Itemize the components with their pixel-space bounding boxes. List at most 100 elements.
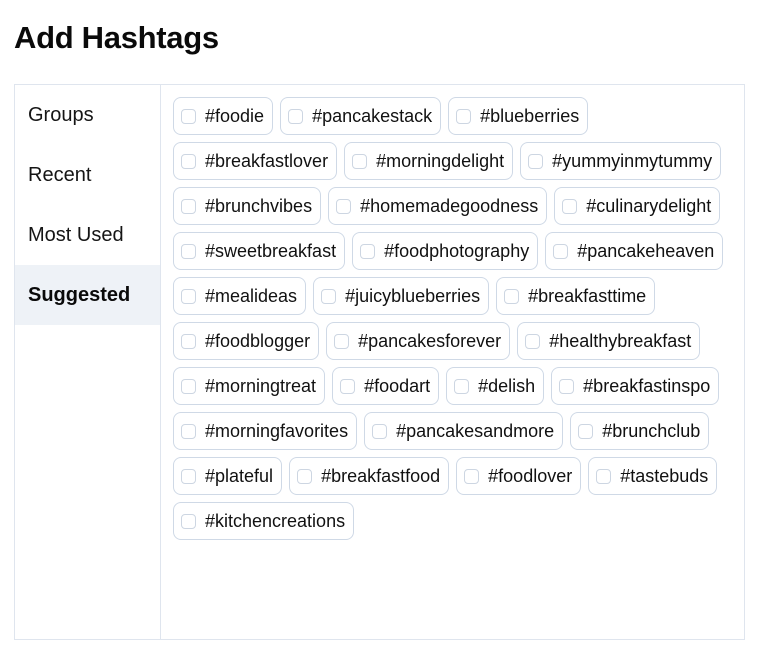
- hashtag-checkbox[interactable]: [297, 468, 313, 484]
- hashtag-label: #foodart: [364, 375, 431, 396]
- hashtag-chip[interactable]: #breakfastlover: [173, 142, 338, 180]
- hashtag-checkbox[interactable]: [181, 333, 196, 349]
- hashtag-chip[interactable]: #pancakestack: [280, 97, 442, 135]
- hashtag-label: #foodlover: [488, 465, 573, 486]
- sidebar-item-label: Suggested: [28, 283, 131, 306]
- hashtag-checkbox[interactable]: [181, 198, 196, 214]
- hashtag-checkbox[interactable]: [181, 378, 196, 394]
- hashtag-chip[interactable]: #culinarydelight: [554, 187, 721, 225]
- sidebar-item-recent[interactable]: Recent: [15, 145, 160, 205]
- hashtag-label: #morningdelight: [376, 150, 505, 171]
- hashtag-label: #brunchclub: [602, 420, 701, 441]
- hashtag-label: #yummyinmytummy: [552, 150, 713, 171]
- hashtag-chip[interactable]: #foodblogger: [173, 322, 320, 360]
- hashtag-checkbox[interactable]: [288, 108, 304, 124]
- hashtag-chip[interactable]: #delish: [446, 367, 545, 405]
- sidebar-item-most-used[interactable]: Most Used: [15, 205, 160, 265]
- hashtag-label: #breakfastfood: [321, 465, 441, 486]
- category-sidebar: Groups Recent Most Used Suggested: [15, 85, 161, 639]
- hashtag-label: #juicyblueberries: [345, 285, 481, 306]
- hashtag-checkbox[interactable]: [352, 153, 368, 169]
- hashtag-chip[interactable]: #breakfasttime: [496, 277, 656, 315]
- hashtag-checkbox[interactable]: [181, 468, 196, 484]
- hashtag-checkbox[interactable]: [596, 468, 612, 484]
- hashtag-label: #culinarydelight: [586, 195, 712, 216]
- hashtag-chip[interactable]: #pancakeheaven: [545, 232, 724, 270]
- hashtag-panel: Groups Recent Most Used Suggested #foodi…: [14, 84, 745, 640]
- hashtag-chip[interactable]: #brunchvibes: [173, 187, 322, 225]
- hashtag-checkbox[interactable]: [562, 198, 578, 214]
- hashtag-label: #pancakesforever: [358, 330, 502, 351]
- hashtag-label: #breakfasttime: [528, 285, 647, 306]
- hashtag-checkbox[interactable]: [181, 423, 196, 439]
- hashtag-checkbox[interactable]: [372, 423, 388, 439]
- sidebar-item-suggested[interactable]: Suggested: [15, 265, 160, 325]
- hashtag-label: #morningtreat: [205, 375, 317, 396]
- hashtag-checkbox[interactable]: [528, 153, 544, 169]
- hashtag-checkbox[interactable]: [360, 243, 376, 259]
- hashtag-checkbox[interactable]: [181, 108, 196, 124]
- hashtag-checkbox[interactable]: [464, 468, 480, 484]
- hashtag-chip[interactable]: #healthybreakfast: [517, 322, 701, 360]
- hashtag-chip[interactable]: #homemadegoodness: [328, 187, 548, 225]
- hashtag-chip[interactable]: #brunchclub: [570, 412, 710, 450]
- hashtag-label: #blueberries: [480, 105, 580, 126]
- hashtag-checkbox[interactable]: [321, 288, 337, 304]
- hashtag-chip[interactable]: #morningdelight: [344, 142, 514, 180]
- hashtag-chip[interactable]: #plateful: [173, 457, 283, 495]
- hashtag-chip[interactable]: #foodie: [173, 97, 274, 135]
- hashtag-checkbox[interactable]: [340, 378, 356, 394]
- hashtag-chip[interactable]: #sweetbreakfast: [173, 232, 346, 270]
- hashtag-label: #brunchvibes: [205, 195, 313, 216]
- hashtag-chip[interactable]: #tastebuds: [588, 457, 718, 495]
- hashtag-chip[interactable]: #morningfavorites: [173, 412, 358, 450]
- hashtag-checkbox[interactable]: [553, 243, 569, 259]
- hashtag-chip[interactable]: #kitchencreations: [173, 502, 355, 540]
- hashtag-label: #pancakeheaven: [577, 240, 715, 261]
- sidebar-item-label: Groups: [28, 103, 94, 126]
- hashtag-label: #pancakesandmore: [396, 420, 555, 441]
- hashtag-checkbox[interactable]: [181, 288, 196, 304]
- hashtag-checkbox[interactable]: [559, 378, 575, 394]
- hashtag-label: #delish: [478, 375, 536, 396]
- hashtag-label: #breakfastlover: [205, 150, 329, 171]
- hashtag-label: #foodie: [205, 105, 265, 126]
- hashtag-chip[interactable]: #breakfastfood: [289, 457, 450, 495]
- hashtag-chip[interactable]: #foodphotography: [352, 232, 539, 270]
- sidebar-item-label: Most Used: [28, 223, 124, 246]
- hashtag-checkbox[interactable]: [504, 288, 520, 304]
- hashtag-chip[interactable]: #morningtreat: [173, 367, 326, 405]
- hashtag-label: #morningfavorites: [205, 420, 349, 441]
- hashtag-chip[interactable]: #pancakesandmore: [364, 412, 564, 450]
- hashtag-label: #homemadegoodness: [360, 195, 539, 216]
- hashtag-chip[interactable]: #yummyinmytummy: [520, 142, 722, 180]
- hashtag-label: #foodphotography: [384, 240, 530, 261]
- hashtag-chip[interactable]: #blueberries: [448, 97, 589, 135]
- hashtag-label: #sweetbreakfast: [205, 240, 337, 261]
- hashtag-checkbox[interactable]: [525, 333, 541, 349]
- hashtag-checkbox[interactable]: [181, 513, 196, 529]
- hashtag-chip[interactable]: #mealideas: [173, 277, 307, 315]
- hashtag-checkbox[interactable]: [181, 153, 196, 169]
- page-title: Add Hashtags: [14, 20, 219, 55]
- hashtag-checkbox[interactable]: [336, 198, 352, 214]
- hashtag-checkbox[interactable]: [456, 108, 472, 124]
- hashtag-checkbox[interactable]: [454, 378, 470, 394]
- hashtag-checkbox[interactable]: [334, 333, 350, 349]
- hashtag-chip[interactable]: #foodart: [332, 367, 440, 405]
- hashtag-label: #foodblogger: [205, 330, 311, 351]
- hashtag-checkbox[interactable]: [181, 243, 196, 259]
- hashtag-chip[interactable]: #pancakesforever: [326, 322, 511, 360]
- hashtag-label: #plateful: [205, 465, 274, 486]
- hashtag-checkbox[interactable]: [578, 423, 594, 439]
- hashtag-label: #tastebuds: [620, 465, 709, 486]
- hashtag-label: #kitchencreations: [205, 510, 346, 531]
- sidebar-item-groups[interactable]: Groups: [15, 85, 160, 145]
- hashtag-chip[interactable]: #breakfastinspo: [551, 367, 720, 405]
- hashtag-list: #foodie #pancakestack #blueberries #breakfa…: [161, 85, 733, 639]
- sidebar-item-label: Recent: [28, 163, 92, 186]
- hashtag-label: #pancakestack: [312, 105, 433, 126]
- hashtag-chip[interactable]: #juicyblueberries: [313, 277, 490, 315]
- hashtag-chip[interactable]: #foodlover: [456, 457, 582, 495]
- hashtag-label: #breakfastinspo: [583, 375, 711, 396]
